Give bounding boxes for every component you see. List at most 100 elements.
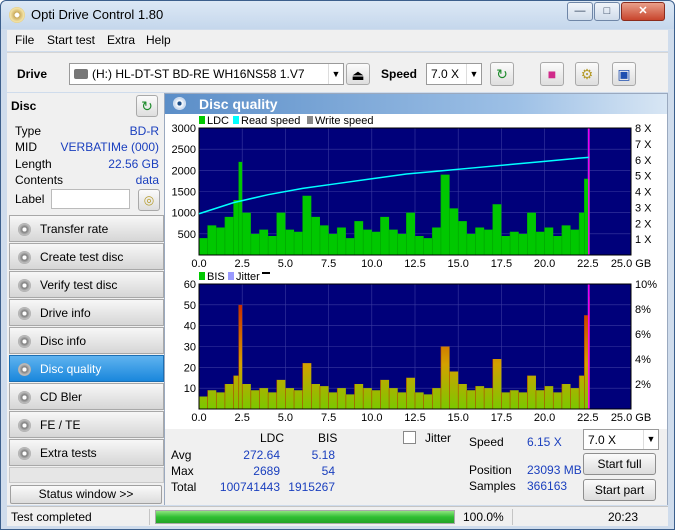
options-button[interactable]: ⚙ — [575, 62, 599, 86]
disc-icon — [18, 447, 31, 460]
disc-quality-icon — [173, 97, 186, 110]
start-full-button[interactable]: Start full — [583, 453, 656, 475]
right-panel: Disc quality 0.0 2.5 5.0 7.5 10.0 12.5 15.0 17.… — [164, 93, 668, 505]
test-speed-value: 7.0 X — [588, 433, 617, 447]
y2-tick-label: 6% — [635, 329, 651, 341]
x-tick-label: 20.0 — [534, 412, 555, 424]
y2-tick-label: 5 X — [635, 171, 652, 183]
drive-select-value: (H:) HL-DT-ST BD-RE WH16NS58 1.V7 — [92, 67, 305, 81]
status-separator — [512, 509, 513, 525]
eject-button[interactable]: ⏏ — [346, 63, 370, 85]
panel-title: Disc quality — [199, 96, 278, 112]
nav-transfer-rate[interactable]: Transfer rate — [9, 215, 164, 242]
stats-value: 5.18 — [311, 448, 335, 462]
stats-row-label: Max — [171, 464, 194, 478]
drive-icon — [74, 69, 88, 79]
info-value: BD-R — [129, 124, 159, 138]
stats-value: 54 — [321, 464, 335, 478]
save-button[interactable]: ▣ — [612, 62, 636, 86]
nav-spacer — [9, 467, 164, 483]
status-window-button[interactable]: Status window >> — [10, 485, 162, 504]
menu-file[interactable]: File — [15, 33, 34, 47]
x-tick-label: 15.0 — [447, 412, 468, 424]
y-tick-label: 1000 — [172, 208, 196, 220]
y2-tick-label: 4% — [635, 354, 651, 366]
nav-fe-te[interactable]: FE / TE — [9, 411, 164, 438]
chevron-down-icon: ▼ — [328, 64, 343, 84]
legend-label: Jitter — [236, 271, 260, 283]
maximize-icon[interactable]: □ — [594, 2, 620, 21]
y2-tick-label: 2 X — [635, 218, 652, 230]
x-tick-label: 25.0 GB — [611, 412, 651, 424]
stats-area: LDC BIS Avg 272.64 5.18 Max 2689 54 Tota… — [165, 429, 667, 505]
nav-create-test-disc[interactable]: Create test disc — [9, 243, 164, 270]
nav-extra-tests[interactable]: Extra tests — [9, 439, 164, 466]
disc-info-row: Contents data — [11, 173, 161, 189]
x-tick-label: 0.0 — [191, 412, 206, 424]
label-input[interactable] — [51, 189, 130, 209]
menu-help[interactable]: Help — [146, 33, 171, 47]
x-tick-label: 22.5 — [577, 258, 598, 270]
y-tick-label: 2500 — [172, 144, 196, 156]
x-tick-label: 0.0 — [191, 258, 206, 270]
eject-icon: ⏏ — [351, 67, 365, 83]
x-tick-label: 2.5 — [235, 258, 250, 270]
progress-text: 100.0% — [463, 510, 504, 524]
chevron-down-icon: ▼ — [466, 64, 481, 84]
info-key: Type — [15, 124, 42, 138]
stats-col-ldc: LDC — [260, 431, 285, 445]
nav-disc-info[interactable]: Disc info — [9, 327, 164, 354]
disc-header: Disc ↻ — [7, 93, 164, 119]
x-tick-label: 22.5 — [577, 412, 598, 424]
nav-drive-info[interactable]: Drive info — [9, 299, 164, 326]
nav-label: Create test disc — [40, 250, 124, 264]
y-tick-label: 2000 — [172, 165, 196, 177]
chart-area: 0.0 2.5 5.0 7.5 10.0 12.5 15.0 17.5 20.0 22.5 25.0… — [165, 114, 667, 429]
disc-title: Disc — [11, 99, 37, 113]
nav-label: FE / TE — [40, 418, 81, 432]
disc-icon — [18, 391, 31, 404]
legend-swatch — [307, 116, 313, 124]
nav-label: Verify test disc — [40, 278, 118, 292]
info-value: VERBATIMe (000) — [60, 140, 159, 154]
menu-start-test[interactable]: Start test — [47, 33, 95, 47]
refresh-speed-button[interactable]: ↻ — [490, 62, 514, 86]
x-tick-label: 7.5 — [321, 258, 336, 270]
y2-tick-label: 1 X — [635, 234, 652, 246]
y-tick-label: 20 — [184, 362, 196, 374]
nav-cd-bler[interactable]: CD Bler — [9, 383, 164, 410]
menu-extra[interactable]: Extra — [107, 33, 135, 47]
y-tick-label: 500 — [178, 229, 196, 241]
window-title: Opti Drive Control 1.80 — [31, 7, 164, 22]
nav-disc-quality[interactable]: Disc quality — [9, 355, 164, 382]
nav-label: Transfer rate — [40, 222, 109, 236]
test-speed-select[interactable]: 7.0 X ▼ — [583, 429, 659, 450]
samples-value: 366163 — [527, 479, 568, 493]
label-disc-button[interactable]: ◎ — [138, 189, 160, 211]
toolbar: Drive (H:) HL-DT-ST BD-RE WH16NS58 1.V7 … — [7, 52, 668, 92]
disc-icon: ◎ — [143, 193, 155, 207]
x-tick-label: 12.5 — [404, 258, 425, 270]
status-time: 20:23 — [608, 510, 639, 524]
speed-select-value: 7.0 X — [431, 67, 460, 81]
minimize-icon[interactable]: — — [567, 2, 593, 21]
disc-icon — [18, 419, 31, 432]
info-key: Length — [15, 157, 52, 171]
erase-button[interactable]: ■ — [540, 62, 564, 86]
x-tick-label: 25.0 GB — [611, 258, 651, 270]
start-part-button[interactable]: Start part — [583, 479, 656, 501]
stats-row-label: Total — [171, 480, 197, 494]
drive-select[interactable]: (H:) HL-DT-ST BD-RE WH16NS58 1.V7 ▼ — [69, 63, 344, 85]
nav-verify-test-disc[interactable]: Verify test disc — [9, 271, 164, 298]
status-text: Test completed — [11, 510, 92, 524]
refresh-disc-button[interactable]: ↻ — [136, 95, 158, 117]
legend-dash — [262, 272, 270, 274]
close-icon[interactable]: ✕ — [621, 2, 665, 21]
app-window: Opti Drive Control 1.80 — □ ✕ File Start… — [0, 0, 675, 530]
info-key: MID — [15, 140, 37, 154]
x-tick-label: 12.5 — [404, 412, 425, 424]
left-panel: Disc ↻ Type BD-R MID VERBATIMe (000) Lengt… — [7, 93, 164, 505]
speed-select[interactable]: 7.0 X ▼ — [426, 63, 482, 85]
disc-icon — [18, 251, 31, 264]
jitter-checkbox[interactable] — [403, 431, 416, 444]
